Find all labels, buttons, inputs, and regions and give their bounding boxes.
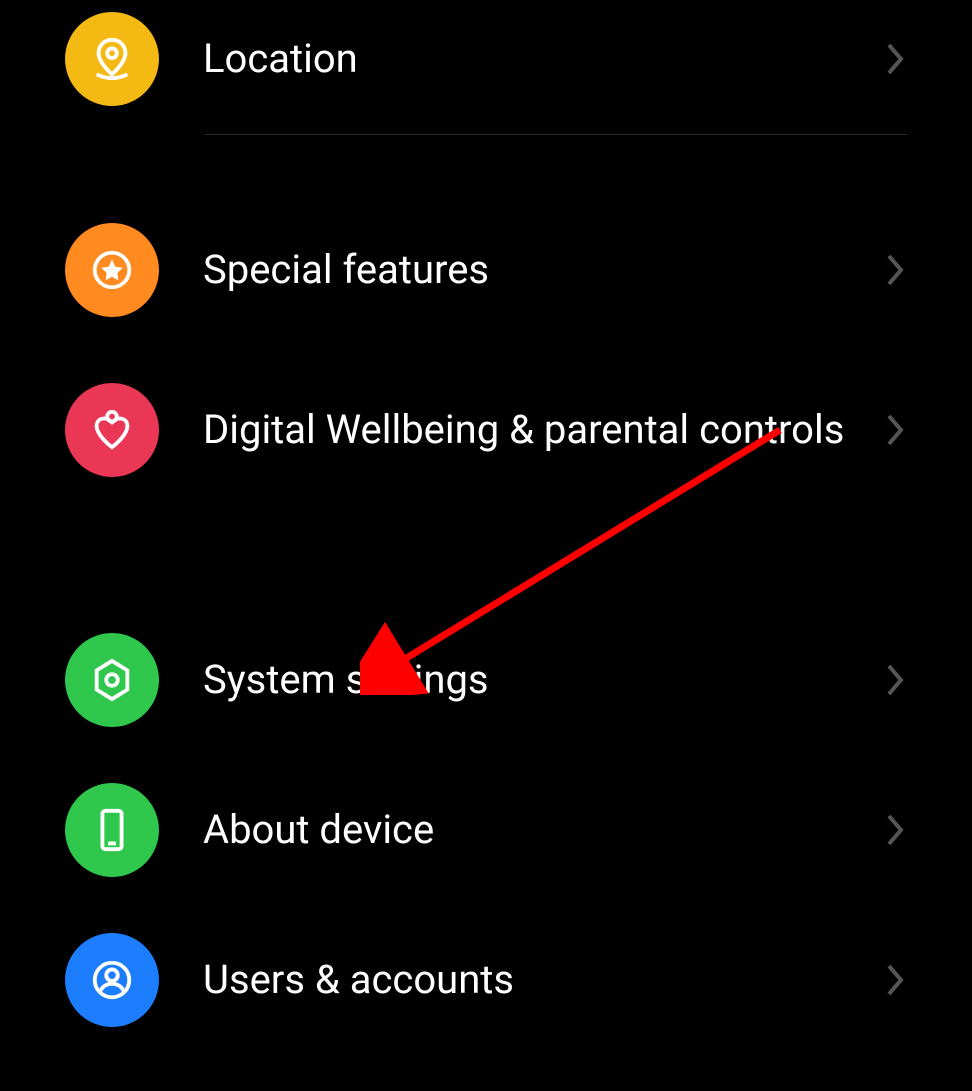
chevron-right-icon [883, 660, 907, 700]
settings-item-users-accounts[interactable]: Users & accounts [0, 905, 972, 1037]
chevron-right-icon [883, 960, 907, 1000]
settings-item-label: System settings [203, 651, 883, 709]
settings-item-label: Location [203, 30, 883, 88]
hexagon-gear-icon [65, 633, 159, 727]
settings-item-location[interactable]: Location [0, 0, 972, 134]
chevron-right-icon [883, 410, 907, 450]
settings-item-label: About device [203, 801, 883, 859]
spacer [0, 135, 972, 195]
settings-list: Location Special features Digital Wellbe… [0, 0, 972, 1037]
heart-person-icon [65, 383, 159, 477]
settings-item-system-settings[interactable]: System settings [0, 605, 972, 755]
chevron-right-icon [883, 250, 907, 290]
phone-icon [65, 783, 159, 877]
chevron-right-icon [883, 810, 907, 850]
settings-item-label: Users & accounts [203, 951, 883, 1009]
user-circle-icon [65, 933, 159, 1027]
settings-item-special-features[interactable]: Special features [0, 195, 972, 345]
settings-item-label: Special features [203, 241, 883, 299]
settings-item-digital-wellbeing[interactable]: Digital Wellbeing & parental controls [0, 345, 972, 515]
location-pin-icon [65, 12, 159, 106]
settings-item-label: Digital Wellbeing & parental controls [203, 401, 883, 459]
chevron-right-icon [883, 39, 907, 79]
settings-item-about-device[interactable]: About device [0, 755, 972, 905]
spacer [0, 515, 972, 605]
star-circle-icon [65, 223, 159, 317]
